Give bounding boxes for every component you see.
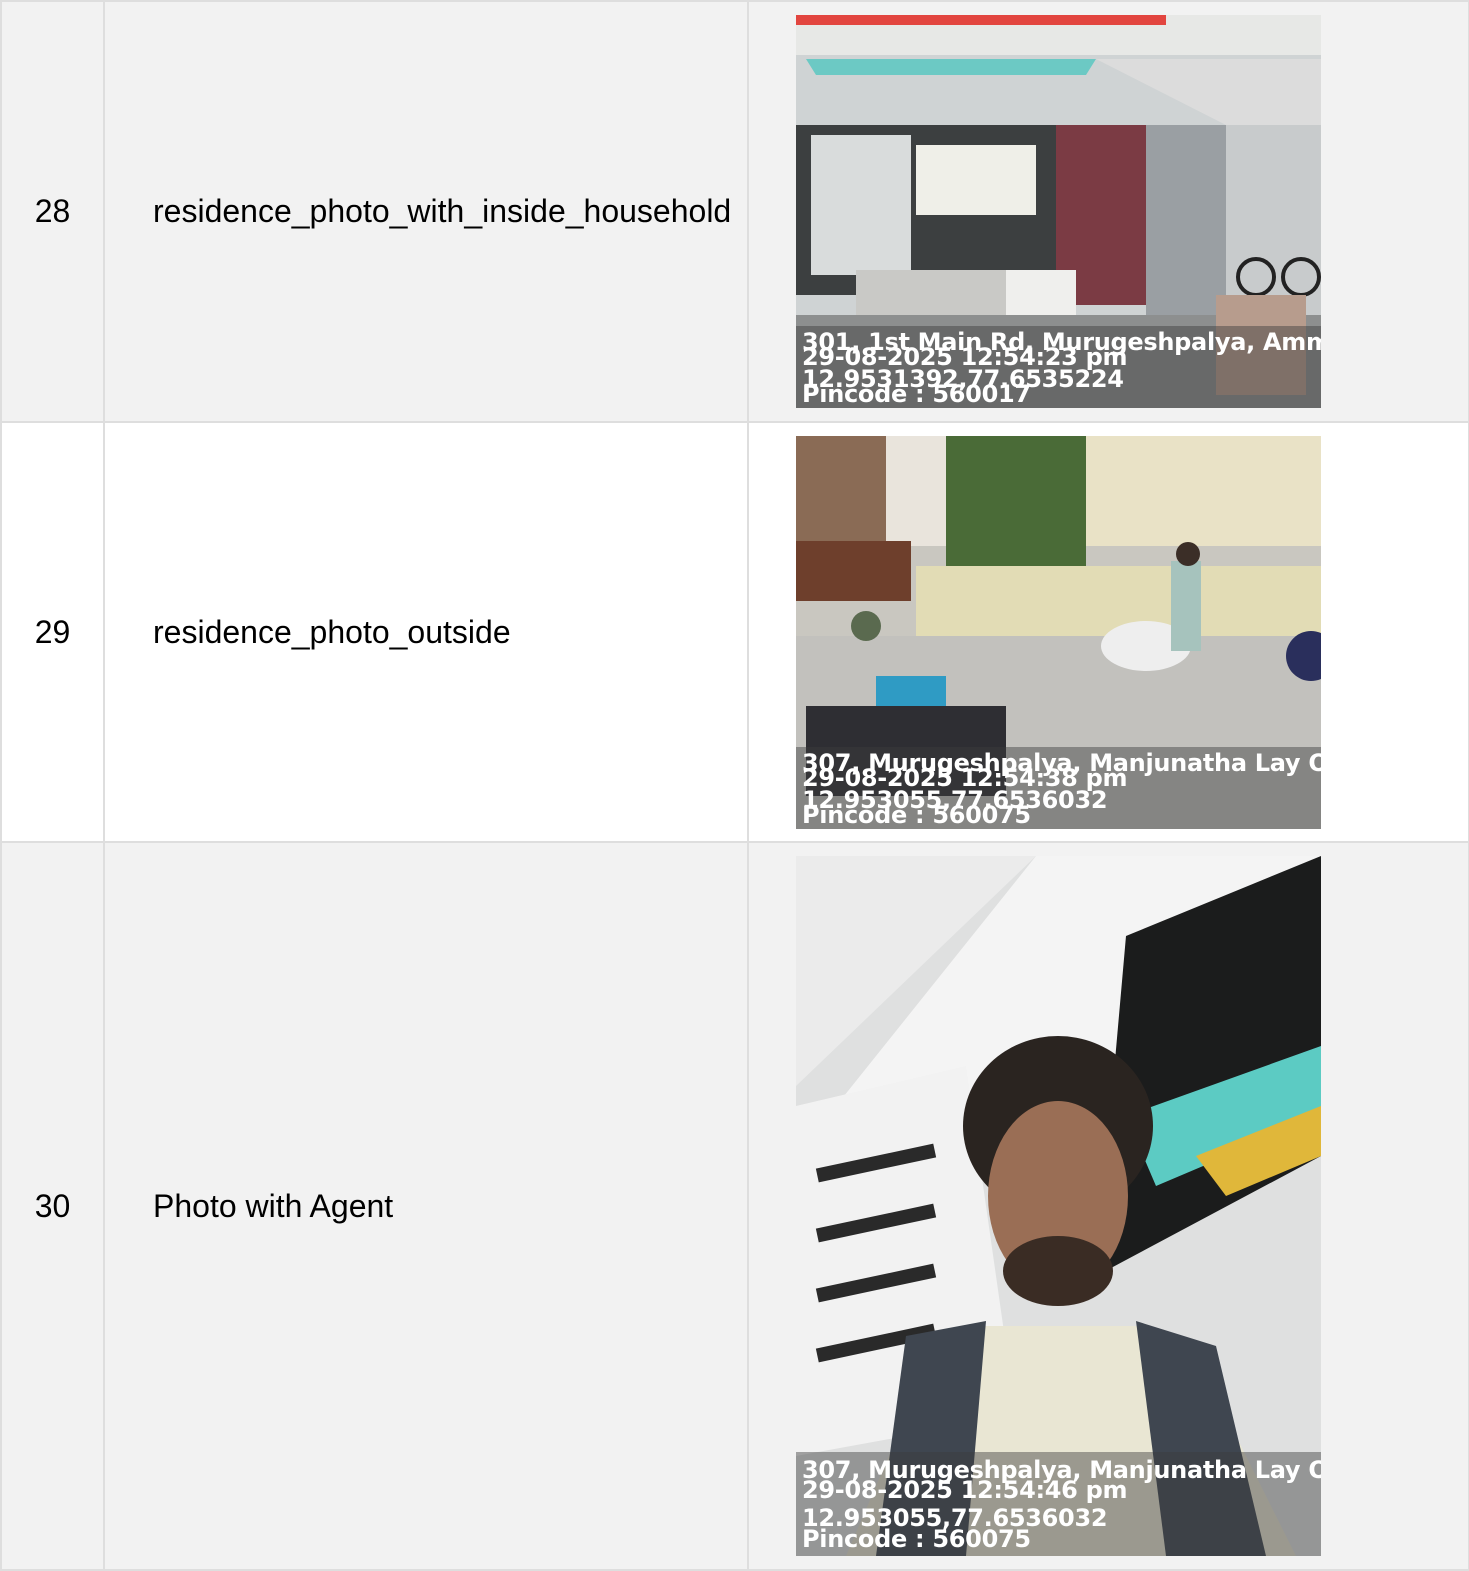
stamp-pincode: Pincode : 560075 — [802, 800, 1031, 829]
table-row: 30 Photo with Agent 307, Murugeshpalya, … — [0, 841, 1469, 1571]
geo-stamp: 307, Murugeshpalya, Manjunatha Lay Out, … — [796, 1452, 1321, 1556]
table-row: 29 residence_photo_outside 307, Murugesh… — [0, 421, 1469, 843]
row-number: 30 — [0, 841, 105, 1571]
row-number: 29 — [0, 421, 105, 843]
residence-interior-photo[interactable]: 301, 1st Main Rd, Murugeshpalya, Amman 2… — [796, 15, 1321, 408]
geo-stamp: 307, Murugeshpalya, Manjunatha Lay Out, … — [796, 746, 1321, 829]
photo-table: 28 residence_photo_with_inside_household — [0, 0, 1469, 1571]
photo-cell: 307, Murugeshpalya, Manjunatha Lay Out, … — [747, 841, 1469, 1571]
table-row: 28 residence_photo_with_inside_household — [0, 0, 1469, 423]
agent-selfie-photo[interactable]: 307, Murugeshpalya, Manjunatha Lay Out, … — [796, 856, 1321, 1556]
photo-image — [796, 856, 1321, 1556]
photo-cell: 301, 1st Main Rd, Murugeshpalya, Amman 2… — [747, 0, 1469, 423]
row-label: residence_photo_outside — [103, 421, 749, 843]
row-label: residence_photo_with_inside_household — [103, 0, 749, 423]
photo-cell: 307, Murugeshpalya, Manjunatha Lay Out, … — [747, 421, 1469, 843]
geo-stamp: 301, 1st Main Rd, Murugeshpalya, Amman 2… — [796, 326, 1321, 408]
stamp-pincode: Pincode : 560075 — [802, 1525, 1031, 1553]
stamp-datetime: 29-08-2025 12:54:46 pm — [802, 1476, 1128, 1504]
stamp-pincode: Pincode : 560017 — [802, 380, 1031, 408]
residence-exterior-photo[interactable]: 307, Murugeshpalya, Manjunatha Lay Out, … — [796, 435, 1321, 829]
row-number: 28 — [0, 0, 105, 423]
row-label: Photo with Agent — [103, 841, 749, 1571]
